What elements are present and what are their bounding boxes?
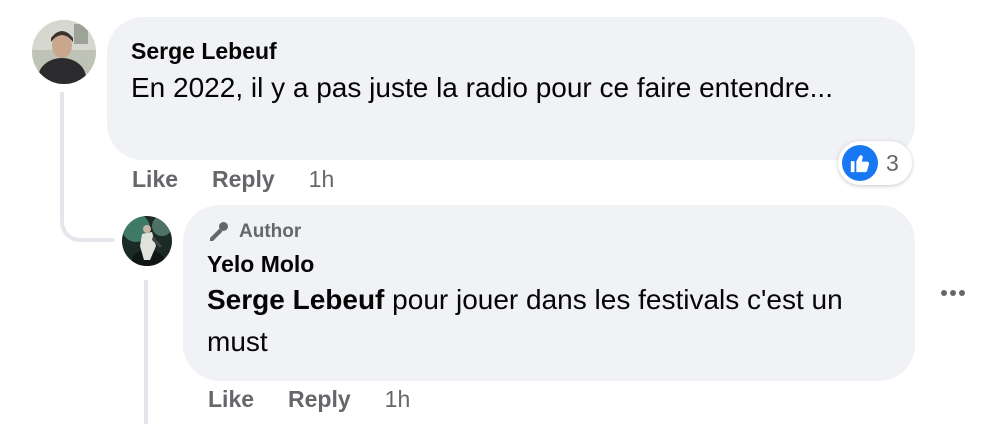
like-icon bbox=[842, 145, 878, 181]
avatar-serge-lebeuf[interactable] bbox=[32, 20, 96, 84]
like-button[interactable]: Like bbox=[208, 386, 254, 413]
thread-connector-line bbox=[60, 92, 114, 242]
comment-actions: Like Reply 1h bbox=[132, 166, 334, 193]
like-button[interactable]: Like bbox=[132, 166, 178, 193]
reply-text: Serge Lebeuf pour jouer dans les festiva… bbox=[207, 279, 891, 363]
author-badge-label: Author bbox=[239, 221, 302, 242]
reaction-count: 3 bbox=[886, 149, 899, 176]
microphone-icon bbox=[207, 220, 231, 244]
reply-author-name[interactable]: Yelo Molo bbox=[207, 249, 891, 279]
more-options-button[interactable] bbox=[936, 281, 970, 305]
avatar-yelo-molo[interactable] bbox=[122, 216, 172, 266]
reply-thread-line bbox=[144, 280, 148, 424]
reply-button[interactable]: Reply bbox=[288, 386, 351, 413]
reply-timestamp[interactable]: 1h bbox=[385, 386, 411, 413]
comment-bubble: Serge Lebeuf En 2022, il y a pas juste l… bbox=[107, 17, 915, 160]
comment-thread: Serge Lebeuf En 2022, il y a pas juste l… bbox=[0, 0, 992, 424]
comment-timestamp[interactable]: 1h bbox=[309, 166, 335, 193]
reply-button[interactable]: Reply bbox=[212, 166, 275, 193]
reply-bubble: Author Yelo Molo Serge Lebeuf pour jouer… bbox=[183, 205, 915, 381]
comment-text: En 2022, il y a pas juste la radio pour … bbox=[131, 72, 833, 103]
comment-author-name[interactable]: Serge Lebeuf bbox=[131, 36, 891, 66]
reaction-summary[interactable]: 3 bbox=[838, 141, 912, 185]
more-options-icon bbox=[941, 290, 965, 296]
mention-link[interactable]: Serge Lebeuf bbox=[207, 284, 384, 315]
reply-actions: Like Reply 1h bbox=[208, 386, 410, 413]
author-badge: Author bbox=[207, 219, 891, 245]
